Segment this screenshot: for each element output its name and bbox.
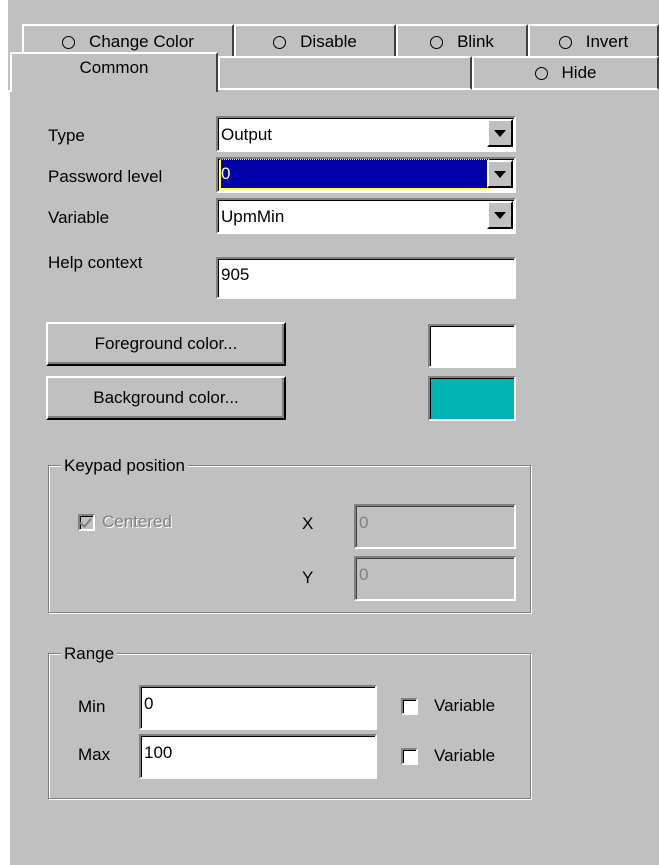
help-context-input[interactable]: 905 [216, 257, 516, 299]
tab-label: Hide [561, 63, 597, 82]
variable-label: Variable [48, 208, 110, 227]
foreground-color-button[interactable]: Foreground color... [46, 322, 286, 366]
radio-icon [558, 35, 572, 49]
help-context-value: 905 [221, 265, 250, 284]
panel-edge [8, 90, 10, 865]
range-title: Range [61, 644, 118, 664]
min-input[interactable]: 0 [139, 685, 377, 730]
min-label: Min [78, 697, 106, 716]
tab-common[interactable]: Common [10, 52, 218, 92]
centered-checkbox[interactable] [78, 514, 95, 531]
password-level-select[interactable]: 0 [216, 157, 516, 193]
max-label: Max [78, 745, 111, 764]
x-input[interactable]: 0 [354, 504, 516, 549]
min-value: 0 [144, 694, 154, 713]
tab-label: Blink [457, 32, 494, 51]
max-variable-label: Variable [434, 746, 496, 765]
dropdown-arrow-icon[interactable] [487, 119, 513, 147]
help-context-label: Help context [48, 253, 143, 272]
max-variable-checkbox[interactable] [401, 748, 418, 765]
tab-disable[interactable]: Disable [234, 24, 396, 58]
keypad-position-title: Keypad position [61, 456, 188, 476]
password-level-value: 0 [220, 159, 489, 189]
foreground-color-swatch[interactable] [428, 324, 516, 368]
tab-hide[interactable]: Hide [472, 56, 659, 90]
radio-icon [430, 35, 444, 49]
y-value: 0 [359, 565, 369, 584]
foreground-color-button-label: Foreground color... [94, 334, 238, 353]
y-input[interactable]: 0 [354, 556, 516, 601]
type-select[interactable]: Output [216, 116, 516, 152]
max-input[interactable]: 100 [139, 734, 377, 779]
checkmark-icon [79, 515, 92, 528]
type-label: Type [48, 126, 85, 145]
variable-select[interactable]: UpmMin [216, 198, 516, 234]
background-color-swatch[interactable] [428, 376, 516, 421]
tab-label: Change Color [89, 32, 194, 51]
type-select-value: Output [221, 125, 273, 144]
tab-label: Common [79, 58, 149, 77]
background-color-button-label: Background color... [93, 388, 239, 407]
y-label: Y [302, 568, 314, 587]
x-value: 0 [359, 513, 369, 532]
radio-icon [534, 66, 548, 80]
tab-blink[interactable]: Blink [396, 24, 528, 58]
tab-blank[interactable] [218, 56, 472, 90]
password-level-label: Password level [48, 167, 163, 186]
tab-label: Invert [585, 32, 629, 51]
background-color-button[interactable]: Background color... [46, 376, 286, 420]
dropdown-arrow-icon[interactable] [487, 201, 513, 229]
radio-icon [273, 35, 287, 49]
x-label: X [302, 514, 314, 533]
min-variable-checkbox[interactable] [401, 698, 418, 715]
centered-label: Centered [102, 512, 172, 531]
tab-label: Disable [300, 32, 357, 51]
dropdown-arrow-icon[interactable] [487, 160, 513, 188]
max-value: 100 [144, 743, 173, 762]
tab-invert[interactable]: Invert [528, 24, 659, 58]
variable-select-value: UpmMin [221, 207, 285, 226]
min-variable-label: Variable [434, 696, 496, 715]
radio-icon [62, 35, 76, 49]
